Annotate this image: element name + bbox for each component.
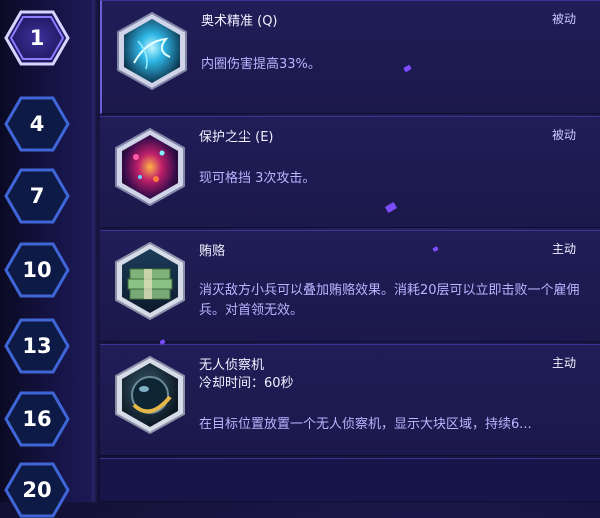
tier-number: 20 bbox=[22, 478, 52, 502]
bribe-icon bbox=[114, 241, 186, 321]
scouting-drone-icon bbox=[114, 355, 186, 435]
talent-card-protective-dust[interactable]: 保护之尘 (E) 被动 现可格挡 3次攻击。 bbox=[100, 116, 600, 228]
tier-button-1[interactable]: 1 bbox=[4, 10, 70, 66]
talent-card-bribe[interactable]: 贿赂 主动 消灭敌方小兵可以叠加贿赂效果。消耗20层可以立即击败一个雇佣兵。对首… bbox=[100, 230, 600, 342]
tier-button-7[interactable]: 7 bbox=[4, 168, 70, 224]
talent-card-empty bbox=[100, 458, 600, 502]
tier-number: 4 bbox=[29, 112, 45, 136]
talent-name: 奥术精准 (Q) bbox=[201, 14, 278, 29]
protective-dust-icon bbox=[114, 127, 186, 207]
talent-type-badge: 主动 bbox=[551, 242, 576, 256]
tier-button-4[interactable]: 4 bbox=[4, 96, 70, 152]
tier-number: 10 bbox=[22, 258, 52, 282]
talent-type-badge: 主动 bbox=[551, 356, 576, 370]
rail-divider bbox=[92, 0, 98, 502]
tier-button-20[interactable]: 20 bbox=[4, 462, 70, 518]
talent-description: 消灭敌方小兵可以叠加贿赂效果。消耗20层可以立即击败一个雇佣兵。对首领无效。 bbox=[199, 283, 580, 318]
tier-number: 16 bbox=[22, 407, 52, 431]
talent-type-badge: 被动 bbox=[551, 12, 576, 26]
talent-name: 保护之尘 (E) bbox=[199, 130, 274, 145]
talent-description: 内圈伤害提高33%。 bbox=[201, 57, 321, 72]
talent-description: 现可格挡 3次攻击。 bbox=[199, 171, 316, 186]
talent-name: 无人侦察机 bbox=[199, 358, 265, 373]
tier-button-16[interactable]: 16 bbox=[4, 391, 70, 447]
talent-card-arcane-precision[interactable]: 奥术精准 (Q) 被动 内圈伤害提高33%。 bbox=[100, 0, 600, 114]
arcane-precision-icon bbox=[116, 11, 188, 91]
tier-button-10[interactable]: 10 bbox=[4, 242, 70, 298]
tier-number: 7 bbox=[29, 184, 45, 208]
tier-number: 13 bbox=[22, 334, 52, 358]
talent-cooldown: 冷却时间：60秒 bbox=[199, 376, 294, 391]
talent-description: 在目标位置放置一个无人侦察机，显示大块区域，持续6... bbox=[199, 417, 532, 432]
tier-button-13[interactable]: 13 bbox=[4, 318, 70, 374]
talent-type-badge: 被动 bbox=[551, 128, 576, 142]
talent-card-scouting-drone[interactable]: 无人侦察机 主动 冷却时间：60秒 在目标位置放置一个无人侦察机，显示大块区域，… bbox=[100, 344, 600, 456]
tier-number: 1 bbox=[29, 26, 45, 50]
talent-name: 贿赂 bbox=[199, 244, 226, 259]
